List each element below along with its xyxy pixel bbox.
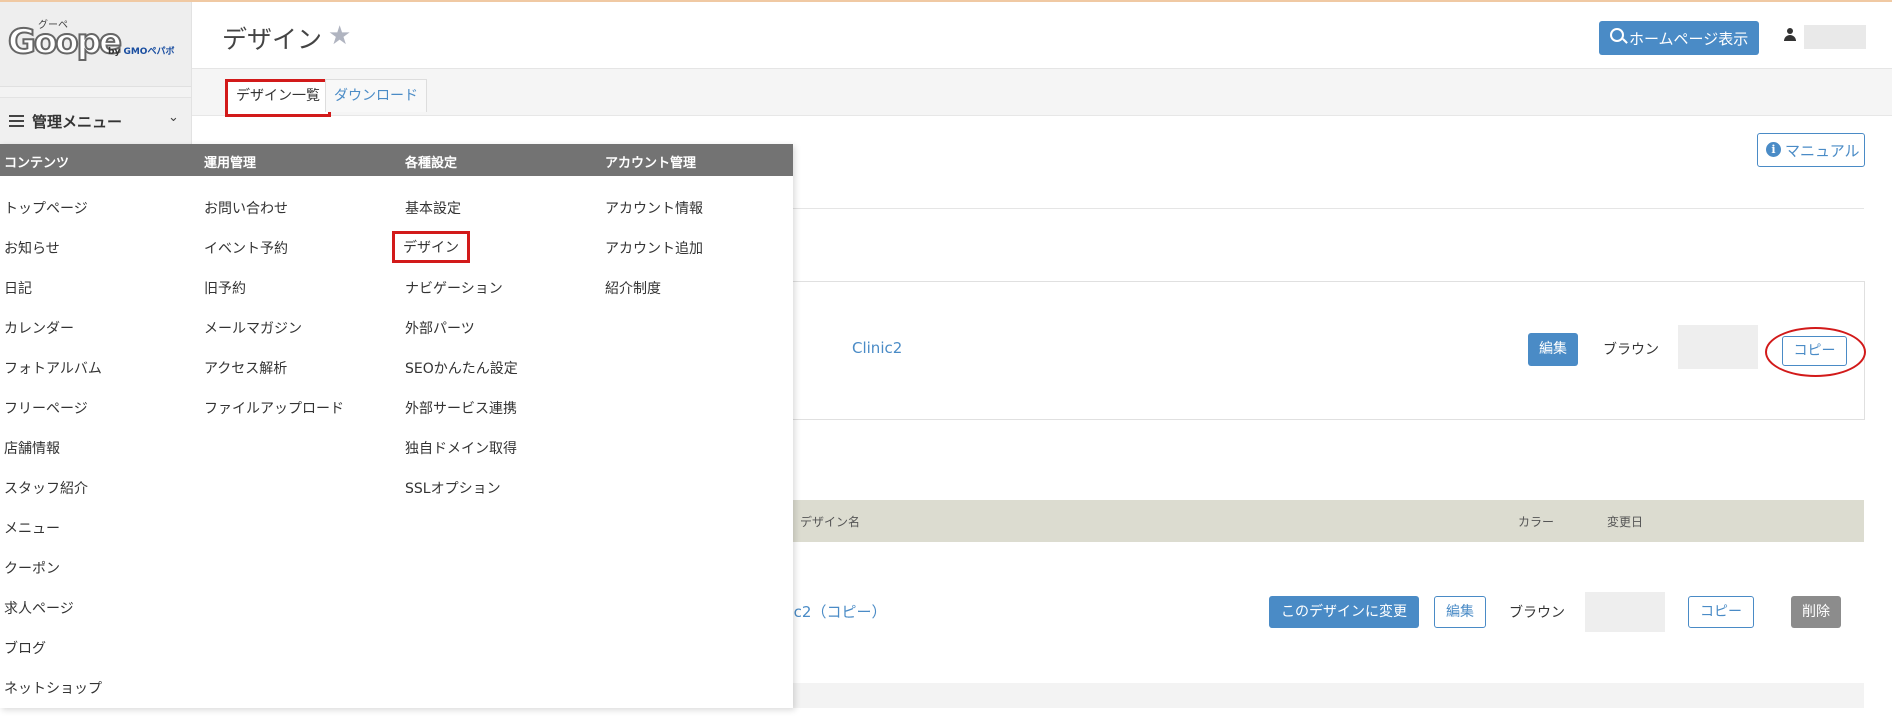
- menu-heading-account: アカウント管理: [605, 156, 697, 171]
- menu-item-design-label: デザイン: [392, 231, 470, 263]
- management-mega-menu: コンテンツ 運用管理 各種設定 アカウント管理 トップページ お知らせ 日記 カ…: [0, 144, 793, 708]
- menu-heading-contents: コンテンツ: [4, 156, 70, 171]
- apply-design-button[interactable]: このデザインに変更: [1269, 596, 1419, 628]
- menu-item-top-page[interactable]: トップページ: [4, 198, 102, 238]
- menu-item-store-info[interactable]: 店舗情報: [4, 438, 102, 478]
- column-header-modified-date: 変更日: [1607, 515, 1644, 529]
- logo[interactable]: グーペ Goope by GMOペパボ: [0, 2, 191, 87]
- menu-column-settings: 基本設定 デザイン ナビゲーション 外部パーツ SEOかんたん設定 外部サービス…: [392, 198, 518, 518]
- page-header: デザイン ★ ホームページ表示: [192, 2, 1892, 69]
- row-design-thumbnail: [1585, 592, 1665, 632]
- info-icon: i: [1766, 142, 1781, 157]
- menu-item-diary[interactable]: 日記: [4, 278, 102, 318]
- table-footer-band: [792, 683, 1864, 708]
- menu-item-photo-album[interactable]: フォトアルバム: [4, 358, 102, 398]
- menu-item-free-page[interactable]: フリーページ: [4, 398, 102, 438]
- menu-item-mail-magazine[interactable]: メールマガジン: [204, 318, 344, 358]
- menu-item-staff[interactable]: スタッフ紹介: [4, 478, 102, 518]
- current-design-thumbnail: [1678, 325, 1758, 369]
- row-edit-button[interactable]: 編集: [1434, 596, 1486, 628]
- logo-byline: by GMOペパボ: [108, 47, 175, 57]
- chevron-down-icon: ⌄: [168, 110, 179, 125]
- menu-column-operations: お問い合わせ イベント予約 旧予約 メールマガジン アクセス解析 ファイルアップ…: [204, 198, 344, 438]
- highlight-ellipse: [1765, 327, 1866, 377]
- menu-item-calendar[interactable]: カレンダー: [4, 318, 102, 358]
- menu-item-old-booking[interactable]: 旧予約: [204, 278, 344, 318]
- menu-item-coupon[interactable]: クーポン: [4, 558, 102, 598]
- menu-heading-operations: 運用管理: [204, 156, 257, 171]
- user-name-redacted[interactable]: [1804, 25, 1866, 49]
- row-design-name[interactable]: nic2（コピー）: [780, 601, 886, 622]
- menu-item-add-account[interactable]: アカウント追加: [605, 238, 703, 278]
- menu-item-net-shop[interactable]: ネットショップ: [4, 678, 102, 718]
- current-design-name[interactable]: Clinic2: [852, 339, 902, 357]
- logo-wordmark: Goope: [7, 21, 123, 63]
- menu-item-menu[interactable]: メニュー: [4, 518, 102, 558]
- menu-column-account: アカウント情報 アカウント追加 紹介制度: [605, 198, 703, 318]
- menu-item-jobs[interactable]: 求人ページ: [4, 598, 102, 638]
- menu-column-contents: トップページ お知らせ 日記 カレンダー フォトアルバム フリーページ 店舗情報…: [4, 198, 102, 718]
- menu-item-file-upload[interactable]: ファイルアップロード: [204, 398, 344, 438]
- menu-item-blog[interactable]: ブログ: [4, 638, 102, 678]
- star-icon[interactable]: ★: [328, 21, 351, 51]
- menu-item-inquiry[interactable]: お問い合わせ: [204, 198, 344, 238]
- search-icon: [1610, 28, 1624, 42]
- page-title: デザイン: [222, 25, 323, 54]
- manual-button[interactable]: i マニュアル: [1757, 133, 1865, 167]
- current-design-color: ブラウン: [1603, 342, 1659, 358]
- row-design-color: ブラウン: [1509, 605, 1565, 621]
- menu-item-external-services[interactable]: 外部サービス連携: [405, 398, 518, 438]
- menu-item-news[interactable]: お知らせ: [4, 238, 102, 278]
- column-header-design-name: デザイン名: [800, 515, 861, 529]
- view-homepage-button[interactable]: ホームページ表示: [1599, 21, 1759, 55]
- hamburger-icon: [9, 115, 24, 127]
- menu-heading-settings: 各種設定: [405, 156, 458, 171]
- menu-item-event-booking[interactable]: イベント予約: [204, 238, 344, 278]
- menu-item-ssl-option[interactable]: SSLオプション: [405, 478, 518, 518]
- current-edit-button[interactable]: 編集: [1528, 333, 1578, 366]
- manual-label: マニュアル: [1785, 142, 1860, 160]
- menu-item-account-info[interactable]: アカウント情報: [605, 198, 703, 238]
- tab-bar: デザイン一覧 ダウンロード: [192, 69, 1892, 117]
- management-menu-label: 管理メニュー: [32, 113, 123, 131]
- mega-menu-header: コンテンツ 運用管理 各種設定 アカウント管理: [0, 144, 793, 176]
- menu-item-custom-domain[interactable]: 独自ドメイン取得: [405, 438, 518, 478]
- row-copy-button[interactable]: コピー: [1688, 596, 1754, 628]
- column-header-color: カラー: [1518, 515, 1555, 529]
- menu-item-referral[interactable]: 紹介制度: [605, 278, 703, 318]
- tab-design-list[interactable]: デザイン一覧: [225, 79, 331, 117]
- menu-item-seo[interactable]: SEOかんたん設定: [405, 358, 518, 398]
- view-homepage-label: ホームページ表示: [1629, 30, 1749, 48]
- menu-item-external-parts[interactable]: 外部パーツ: [405, 318, 518, 358]
- menu-item-analytics[interactable]: アクセス解析: [204, 358, 344, 398]
- row-delete-button[interactable]: 削除: [1791, 596, 1841, 628]
- tab-download[interactable]: ダウンロード: [325, 79, 427, 112]
- management-menu-toggle[interactable]: 管理メニュー ⌄: [0, 97, 191, 145]
- table-header: デザイン名 カラー 変更日: [792, 500, 1864, 542]
- menu-item-design[interactable]: デザイン: [392, 231, 518, 278]
- user-icon[interactable]: [1784, 28, 1796, 42]
- menu-item-navigation[interactable]: ナビゲーション: [405, 278, 518, 318]
